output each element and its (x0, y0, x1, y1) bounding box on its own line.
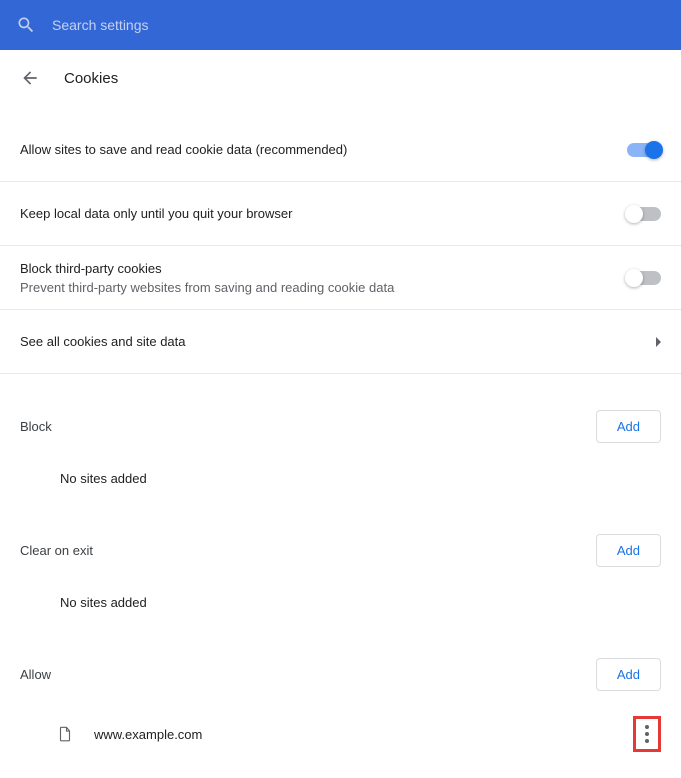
section-title: Clear on exit (20, 543, 93, 558)
allow-cookies-row: Allow sites to save and read cookie data… (0, 118, 681, 182)
allow-cookies-toggle[interactable] (627, 143, 661, 157)
block-third-party-toggle[interactable] (627, 271, 661, 285)
row-label: Block third-party cookies (20, 261, 394, 276)
row-label: See all cookies and site data (20, 334, 186, 349)
section-title: Block (20, 419, 52, 434)
keep-local-data-toggle[interactable] (627, 207, 661, 221)
no-sites-label: No sites added (60, 595, 147, 610)
no-sites-label: No sites added (60, 471, 147, 486)
keep-local-data-row: Keep local data only until you quit your… (0, 182, 681, 246)
toggle-knob (645, 141, 663, 159)
block-third-party-row: Block third-party cookies Prevent third-… (0, 246, 681, 310)
clear-add-button[interactable]: Add (596, 534, 661, 567)
clear-section-header: Clear on exit Add (0, 518, 681, 582)
see-all-cookies-row[interactable]: See all cookies and site data (0, 310, 681, 374)
title-bar: Cookies (0, 50, 681, 106)
search-input-placeholder[interactable]: Search settings (52, 17, 149, 33)
allow-add-button[interactable]: Add (596, 658, 661, 691)
clear-empty-row: No sites added (0, 582, 681, 622)
more-dot (645, 725, 649, 729)
settings-search-header: Search settings (0, 0, 681, 50)
row-sublabel: Prevent third-party websites from saving… (20, 280, 394, 295)
more-dot (645, 739, 649, 743)
allow-section-header: Allow Add (0, 642, 681, 706)
more-dot (645, 732, 649, 736)
toggle-knob (625, 269, 643, 287)
toggle-knob (625, 205, 643, 223)
block-empty-row: No sites added (0, 458, 681, 498)
allow-site-item: www.example.com (0, 706, 681, 762)
site-url: www.example.com (94, 727, 202, 742)
section-title: Allow (20, 667, 51, 682)
row-label: Allow sites to save and read cookie data… (20, 142, 347, 157)
file-icon (56, 725, 74, 743)
page-title: Cookies (64, 70, 118, 87)
block-add-button[interactable]: Add (596, 410, 661, 443)
block-section-header: Block Add (0, 394, 681, 458)
search-icon[interactable] (16, 15, 36, 35)
row-label: Keep local data only until you quit your… (20, 206, 292, 221)
back-arrow-icon[interactable] (20, 68, 40, 88)
site-more-button[interactable] (633, 716, 661, 752)
chevron-right-icon (656, 337, 661, 347)
